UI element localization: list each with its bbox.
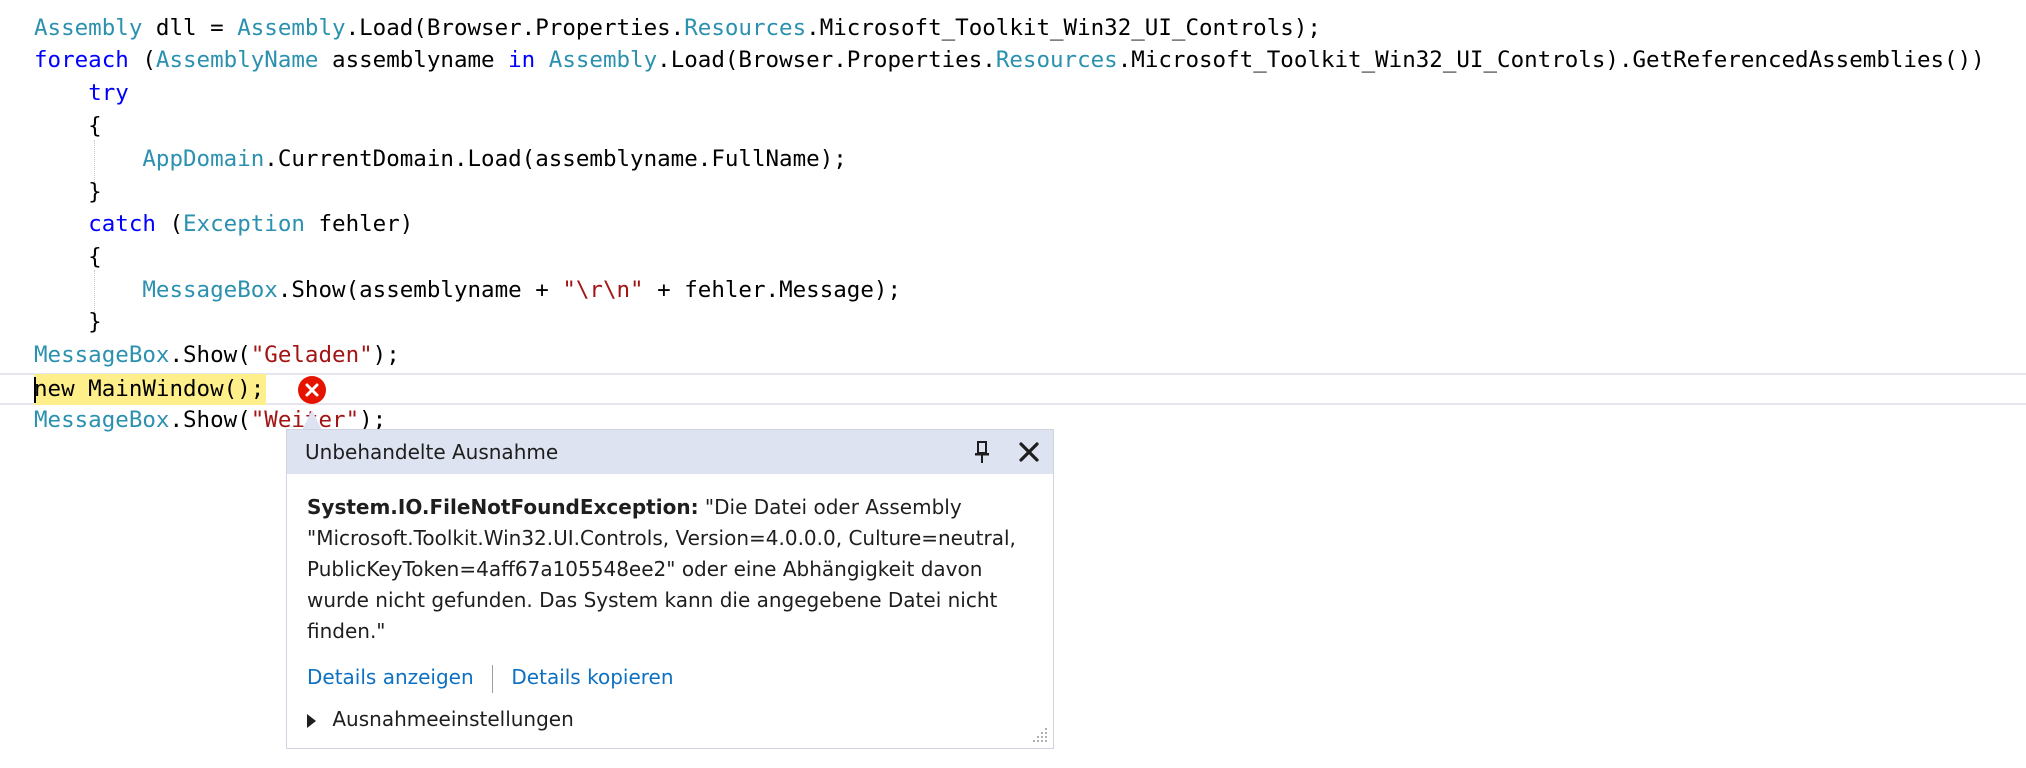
code-token: assemblyname <box>318 47 509 73</box>
copy-details-link[interactable]: Details kopieren <box>511 665 673 689</box>
popup-title: Unbehandelte Ausnahme <box>305 440 559 464</box>
code-token: Assembly <box>34 15 143 41</box>
action-links: Details anzeigen Details kopieren <box>307 662 674 693</box>
code-line[interactable]: catch (Exception fehler) <box>34 208 413 241</box>
code-line[interactable]: try <box>34 77 129 110</box>
code-token: MessageBox <box>34 342 170 368</box>
code-token: Assembly <box>548 47 658 73</box>
code-token: dll = <box>142 15 238 41</box>
code-token: .CurrentDomain.Load(assemblyname.FullNam… <box>264 146 847 172</box>
expand-arrow-icon <box>307 713 316 728</box>
link-divider <box>492 664 494 693</box>
code-token: "\r\n" <box>562 277 644 303</box>
code-token: new MainWindow(); <box>34 376 265 402</box>
code-editor[interactable]: Assembly dll = Assembly.Load(Browser.Pro… <box>0 0 2026 768</box>
code-token: Resources <box>684 15 807 41</box>
code-line[interactable]: MessageBox.Show(assemblyname + "\r\n" + … <box>34 274 901 307</box>
code-token: "Geladen" <box>250 342 373 368</box>
code-token: .Microsoft_Toolkit_Win32_UI_Controls).Ge… <box>1117 47 1985 73</box>
error-icon[interactable] <box>298 376 326 404</box>
code-line[interactable]: MessageBox.Show("Geladen"); <box>34 339 400 372</box>
code-line[interactable]: { <box>34 110 102 143</box>
show-details-link[interactable]: Details anzeigen <box>307 665 474 689</box>
code-line[interactable]: foreach (AssemblyName assemblyname in As… <box>34 44 1985 77</box>
pin-icon[interactable] <box>969 438 995 466</box>
code-token: fehler) <box>304 211 414 237</box>
code-line[interactable]: Assembly dll = Assembly.Load(Browser.Pro… <box>34 12 1321 45</box>
code-token: { <box>34 244 102 270</box>
code-token: .Show( <box>169 342 251 368</box>
resize-grip-icon[interactable] <box>1031 726 1049 744</box>
code-token: try <box>88 80 129 106</box>
code-token: AssemblyName <box>155 47 319 73</box>
exception-type: System.IO.FileNotFoundException: <box>307 495 699 519</box>
code-token: Exception <box>183 211 305 237</box>
code-line[interactable]: { <box>34 241 102 274</box>
exception-helper-popup: Unbehandelte Ausnahme System.IO.FileNotF… <box>286 429 1054 749</box>
code-token: ( <box>128 47 156 73</box>
text-caret <box>34 377 36 403</box>
code-token: in <box>508 47 536 73</box>
code-token: .Load(Browser.Properties. <box>657 47 996 73</box>
code-token: Assembly <box>237 15 346 41</box>
code-token: } <box>34 179 102 205</box>
code-token: MessageBox <box>142 277 278 303</box>
code-line[interactable]: } <box>34 306 102 339</box>
exception-settings-label: Ausnahmeeinstellungen <box>332 707 574 731</box>
code-token: .Microsoft_Toolkit_Win32_UI_Controls); <box>806 15 1321 41</box>
code-token: .Show(assemblyname + <box>277 277 563 303</box>
exception-message: System.IO.FileNotFoundException: "Die Da… <box>307 492 1037 647</box>
current-statement-line[interactable]: new MainWindow(); <box>34 373 264 406</box>
code-token: } <box>34 309 102 335</box>
exception-settings-expander[interactable]: Ausnahmeeinstellungen <box>307 704 574 734</box>
code-token: ( <box>155 211 184 237</box>
code-token: { <box>34 113 102 139</box>
code-token: Resources <box>995 47 1118 73</box>
code-line[interactable]: AppDomain.CurrentDomain.Load(assemblynam… <box>34 143 847 176</box>
code-token: .Show( <box>169 407 251 433</box>
code-token: ); <box>372 342 400 368</box>
popup-pointer <box>302 410 322 430</box>
popup-header: Unbehandelte Ausnahme <box>287 430 1053 474</box>
code-token: .Load(Browser.Properties. <box>345 15 685 41</box>
code-token: catch <box>88 211 156 237</box>
error-x-glyph <box>305 383 319 397</box>
code-token: AppDomain <box>142 146 265 172</box>
code-token: + fehler.Message); <box>643 277 901 303</box>
code-token: MessageBox <box>34 407 170 433</box>
code-line[interactable]: } <box>34 176 102 209</box>
code-token: foreach <box>34 47 129 73</box>
close-icon[interactable] <box>1015 438 1043 466</box>
